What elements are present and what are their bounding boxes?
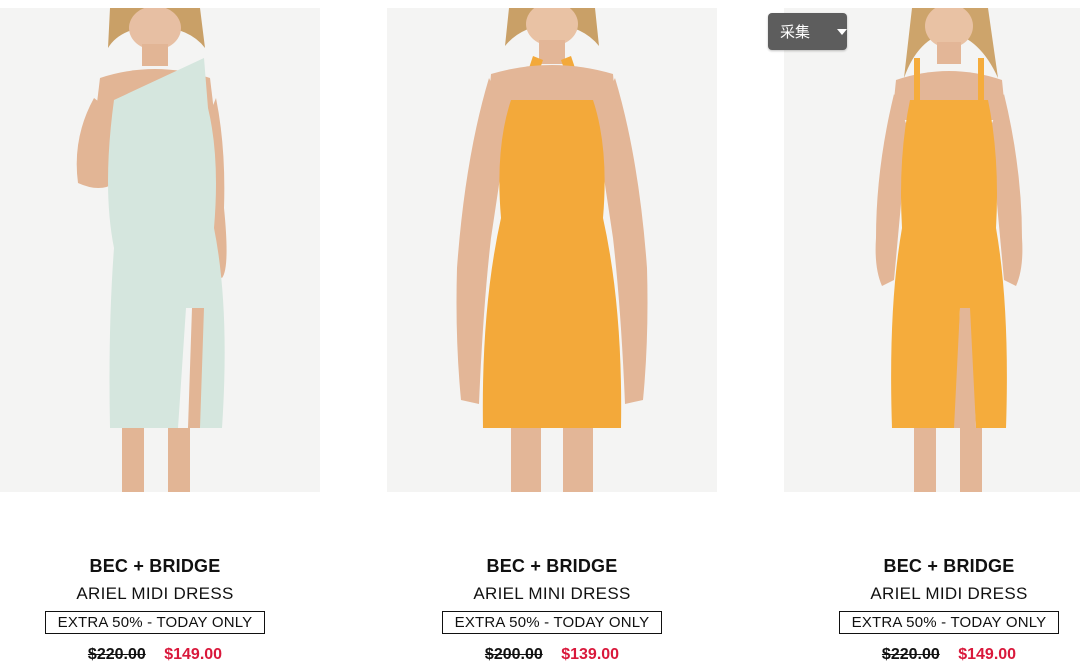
price-row: $200.00 $139.00 bbox=[387, 644, 717, 666]
sale-price: $139.00 bbox=[561, 646, 620, 663]
product-card[interactable]: BEC + BRIDGE ARIEL MIDI DRESS EXTRA 50% … bbox=[784, 0, 1080, 666]
collect-button[interactable]: 采集 bbox=[768, 13, 847, 50]
caret-down-icon[interactable] bbox=[837, 28, 847, 35]
price-row: $220.00 $149.00 bbox=[784, 644, 1080, 666]
promo-badge: EXTRA 50% - TODAY ONLY bbox=[45, 611, 265, 634]
original-price: $200.00 bbox=[484, 646, 543, 663]
promo-badge: EXTRA 50% - TODAY ONLY bbox=[839, 611, 1059, 634]
product-image[interactable] bbox=[784, 8, 1080, 492]
product-name[interactable]: ARIEL MIDI DRESS bbox=[0, 582, 320, 606]
product-name[interactable]: ARIEL MIDI DRESS bbox=[784, 582, 1080, 606]
product-brand[interactable]: BEC + BRIDGE bbox=[784, 554, 1080, 578]
collect-label[interactable]: 采集 bbox=[768, 21, 821, 42]
price-row: $220.00 $149.00 bbox=[0, 644, 320, 666]
product-brand[interactable]: BEC + BRIDGE bbox=[0, 554, 320, 578]
original-price: $220.00 bbox=[881, 646, 940, 663]
sale-price: $149.00 bbox=[164, 646, 223, 663]
product-brand[interactable]: BEC + BRIDGE bbox=[387, 554, 717, 578]
product-name[interactable]: ARIEL MINI DRESS bbox=[387, 582, 717, 606]
product-image[interactable] bbox=[387, 8, 717, 492]
product-card[interactable]: BEC + BRIDGE ARIEL MIDI DRESS EXTRA 50% … bbox=[0, 0, 320, 666]
sale-price: $149.00 bbox=[958, 646, 1017, 663]
promo-badge: EXTRA 50% - TODAY ONLY bbox=[442, 611, 662, 634]
product-grid: BEC + BRIDGE ARIEL MIDI DRESS EXTRA 50% … bbox=[0, 0, 1080, 666]
product-card[interactable]: BEC + BRIDGE ARIEL MINI DRESS EXTRA 50% … bbox=[387, 0, 717, 666]
original-price: $220.00 bbox=[87, 646, 146, 663]
product-image[interactable] bbox=[0, 8, 320, 492]
